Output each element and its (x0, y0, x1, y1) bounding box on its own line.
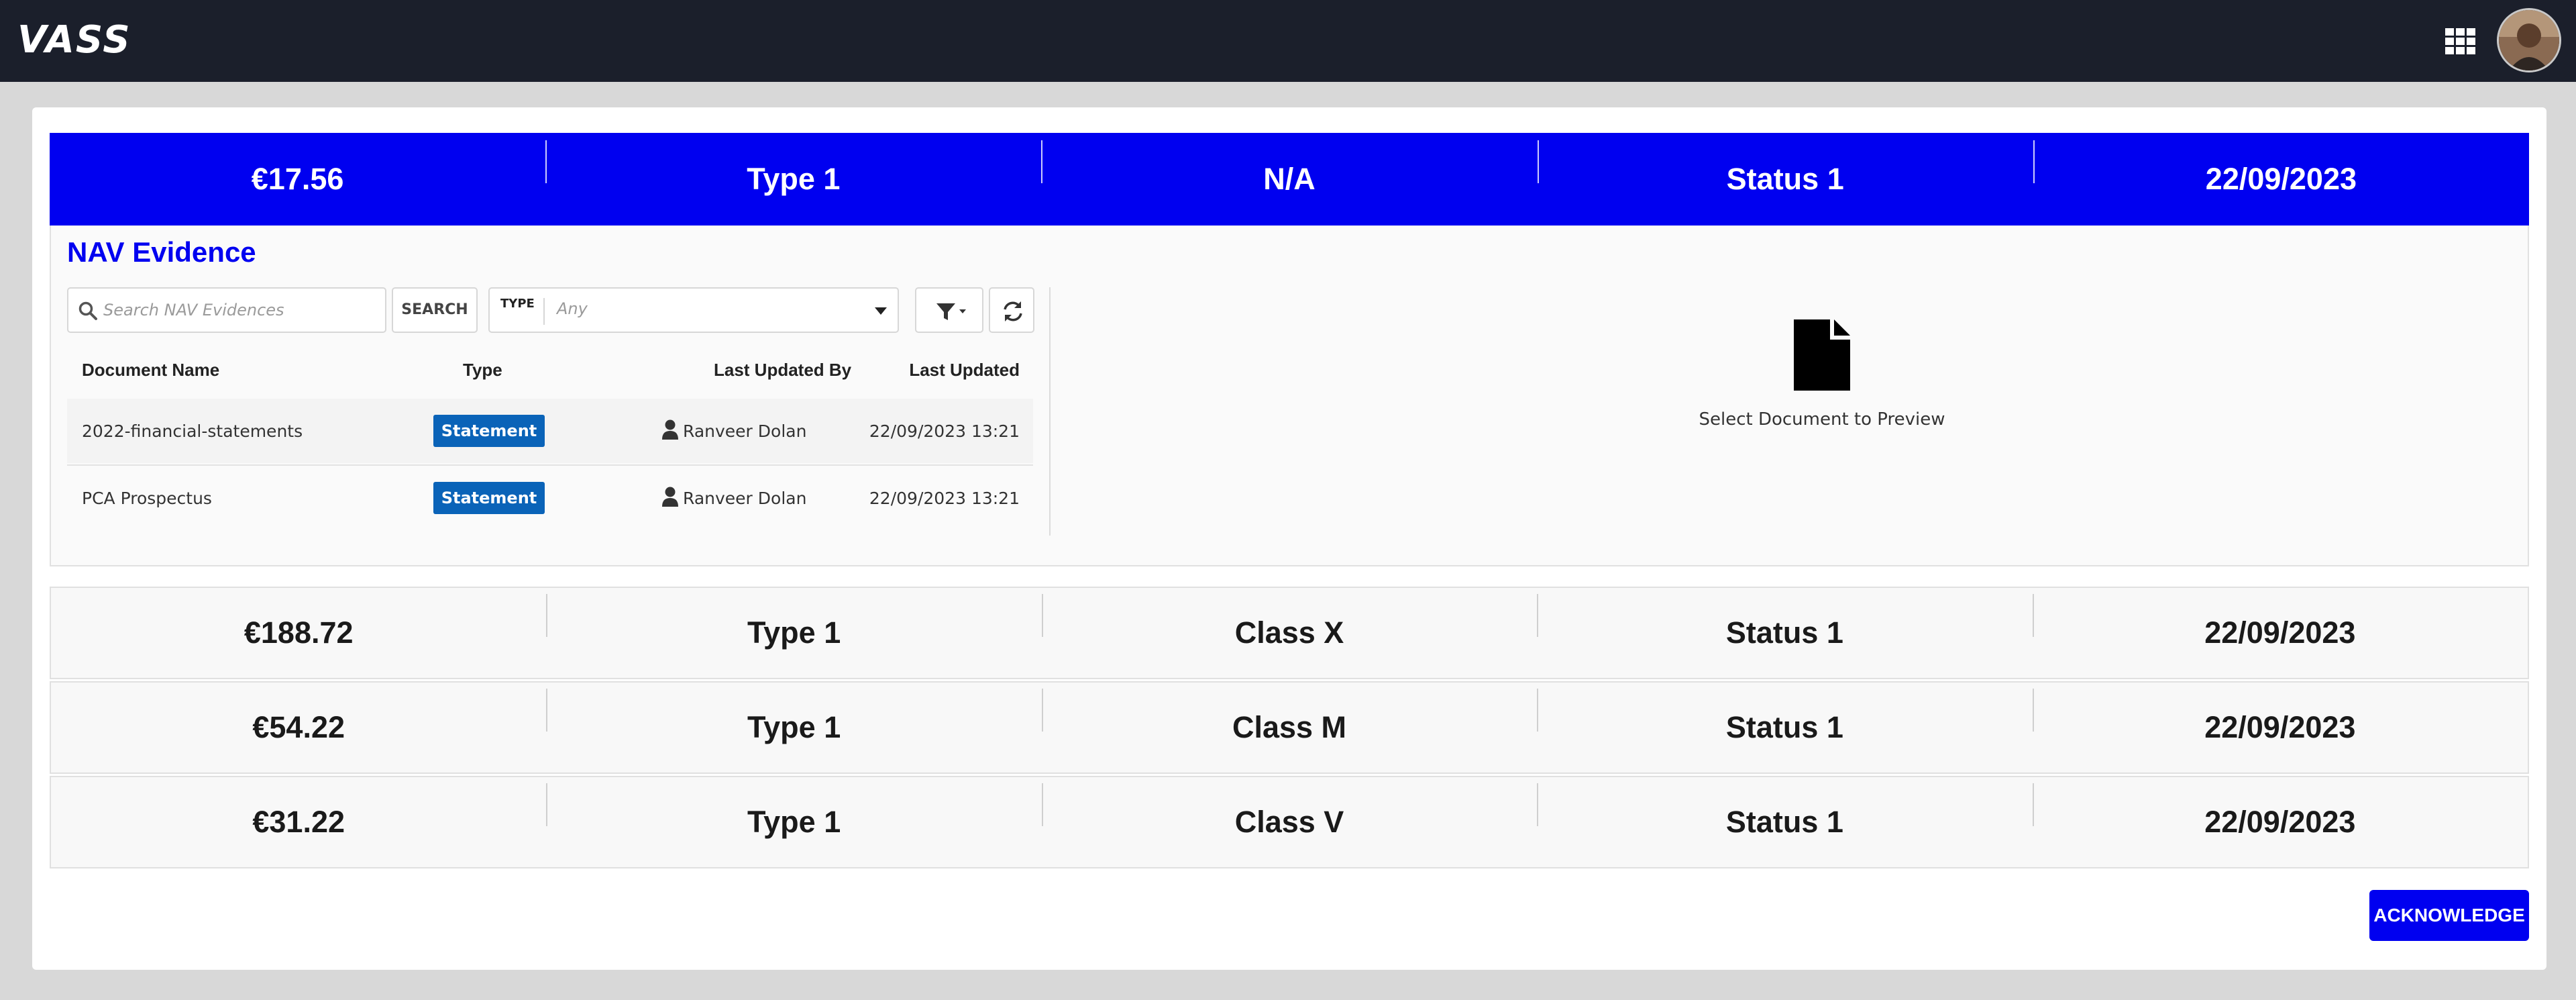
class-name: Class M (1041, 689, 1537, 745)
summary-status: Status 1 (1537, 140, 2033, 197)
class-row-m[interactable]: €54.22 Type 1 Class M Status 1 22/09/202… (50, 681, 2529, 774)
document-name[interactable]: PCA Prospectus (82, 489, 212, 508)
search-icon (78, 301, 97, 320)
class-name: Class X (1041, 594, 1537, 650)
list-preview-divider (1049, 287, 1051, 536)
preview-placeholder-text: Select Document to Preview (1699, 409, 1945, 430)
summary-type: Type 1 (545, 140, 1041, 197)
last-updated: 22/09/2023 13:21 (869, 489, 1020, 508)
avatar-photo-icon (2499, 10, 2559, 70)
refresh-button[interactable] (989, 287, 1034, 333)
class-type: Type 1 (546, 594, 1041, 650)
user-avatar[interactable] (2497, 8, 2561, 72)
type-badge: Statement (433, 482, 545, 514)
column-header-last-updated-by[interactable]: Last Updated By (714, 360, 851, 381)
summary-date: 22/09/2023 (2033, 140, 2529, 197)
last-updated-by: Ranveer Dolan (683, 421, 807, 441)
type-filter-value: Any (557, 299, 588, 318)
summary-amount: €17.56 (251, 162, 344, 196)
filter-button[interactable] (915, 287, 983, 333)
class-amount: €54.22 (252, 710, 345, 744)
column-header-document-name[interactable]: Document Name (82, 360, 219, 381)
vass-logo[interactable]: VASS (17, 20, 131, 60)
class-type: Type 1 (546, 689, 1041, 745)
class-amount: €31.22 (252, 805, 345, 839)
class-date: 22/09/2023 (2032, 783, 2528, 840)
class-row-v[interactable]: €31.22 Type 1 Class V Status 1 22/09/202… (50, 776, 2529, 868)
class-status: Status 1 (1537, 689, 2032, 745)
top-navigation-bar: VASS (0, 0, 2576, 82)
class-status: Status 1 (1537, 783, 2032, 840)
chevron-down-icon (875, 307, 887, 315)
table-row[interactable]: 2022-financial-statements Statement Ranv… (67, 399, 1033, 463)
nav-summary-bar[interactable]: €17.56 Type 1 N/A Status 1 22/09/2023 (50, 133, 2529, 226)
column-header-type[interactable]: Type (463, 360, 502, 381)
class-name: Class V (1041, 783, 1537, 840)
search-input[interactable] (103, 295, 378, 325)
search-box[interactable] (67, 287, 386, 333)
class-status: Status 1 (1537, 594, 2032, 650)
evidence-title: NAV Evidence (67, 236, 256, 268)
class-type: Type 1 (546, 783, 1041, 840)
class-date: 22/09/2023 (2032, 689, 2528, 745)
user-icon (662, 487, 678, 507)
user-icon (662, 419, 678, 440)
class-date: 22/09/2023 (2032, 594, 2528, 650)
type-filter-separator (543, 298, 545, 325)
last-updated-by: Ranveer Dolan (683, 489, 807, 508)
grid-apps-icon[interactable] (2445, 28, 2476, 55)
table-row[interactable]: PCA Prospectus Statement Ranveer Dolan 2… (67, 464, 1033, 529)
search-button[interactable]: SEARCH (392, 287, 478, 333)
type-filter-select[interactable]: TYPE Any (488, 287, 899, 333)
acknowledge-button[interactable]: ACKNOWLEDGE (2369, 890, 2529, 941)
filter-icon (936, 303, 966, 320)
class-amount: €188.72 (244, 615, 354, 650)
refresh-icon (1004, 301, 1022, 321)
document-name[interactable]: 2022-financial-statements (82, 421, 303, 441)
evidence-table-header: Document Name Type Last Updated By Last … (67, 353, 1033, 385)
summary-class: N/A (1041, 140, 1537, 197)
column-header-last-updated[interactable]: Last Updated (909, 360, 1020, 381)
class-row-x[interactable]: €188.72 Type 1 Class X Status 1 22/09/20… (50, 587, 2529, 679)
last-updated: 22/09/2023 13:21 (869, 421, 1020, 441)
document-icon (1794, 319, 1850, 391)
type-filter-label: TYPE (500, 297, 535, 311)
nav-evidence-panel: NAV Evidence SEARCH TYPE Any (50, 226, 2529, 566)
main-card: €17.56 Type 1 N/A Status 1 22/09/2023 NA… (32, 107, 2546, 970)
type-badge: Statement (433, 415, 545, 447)
